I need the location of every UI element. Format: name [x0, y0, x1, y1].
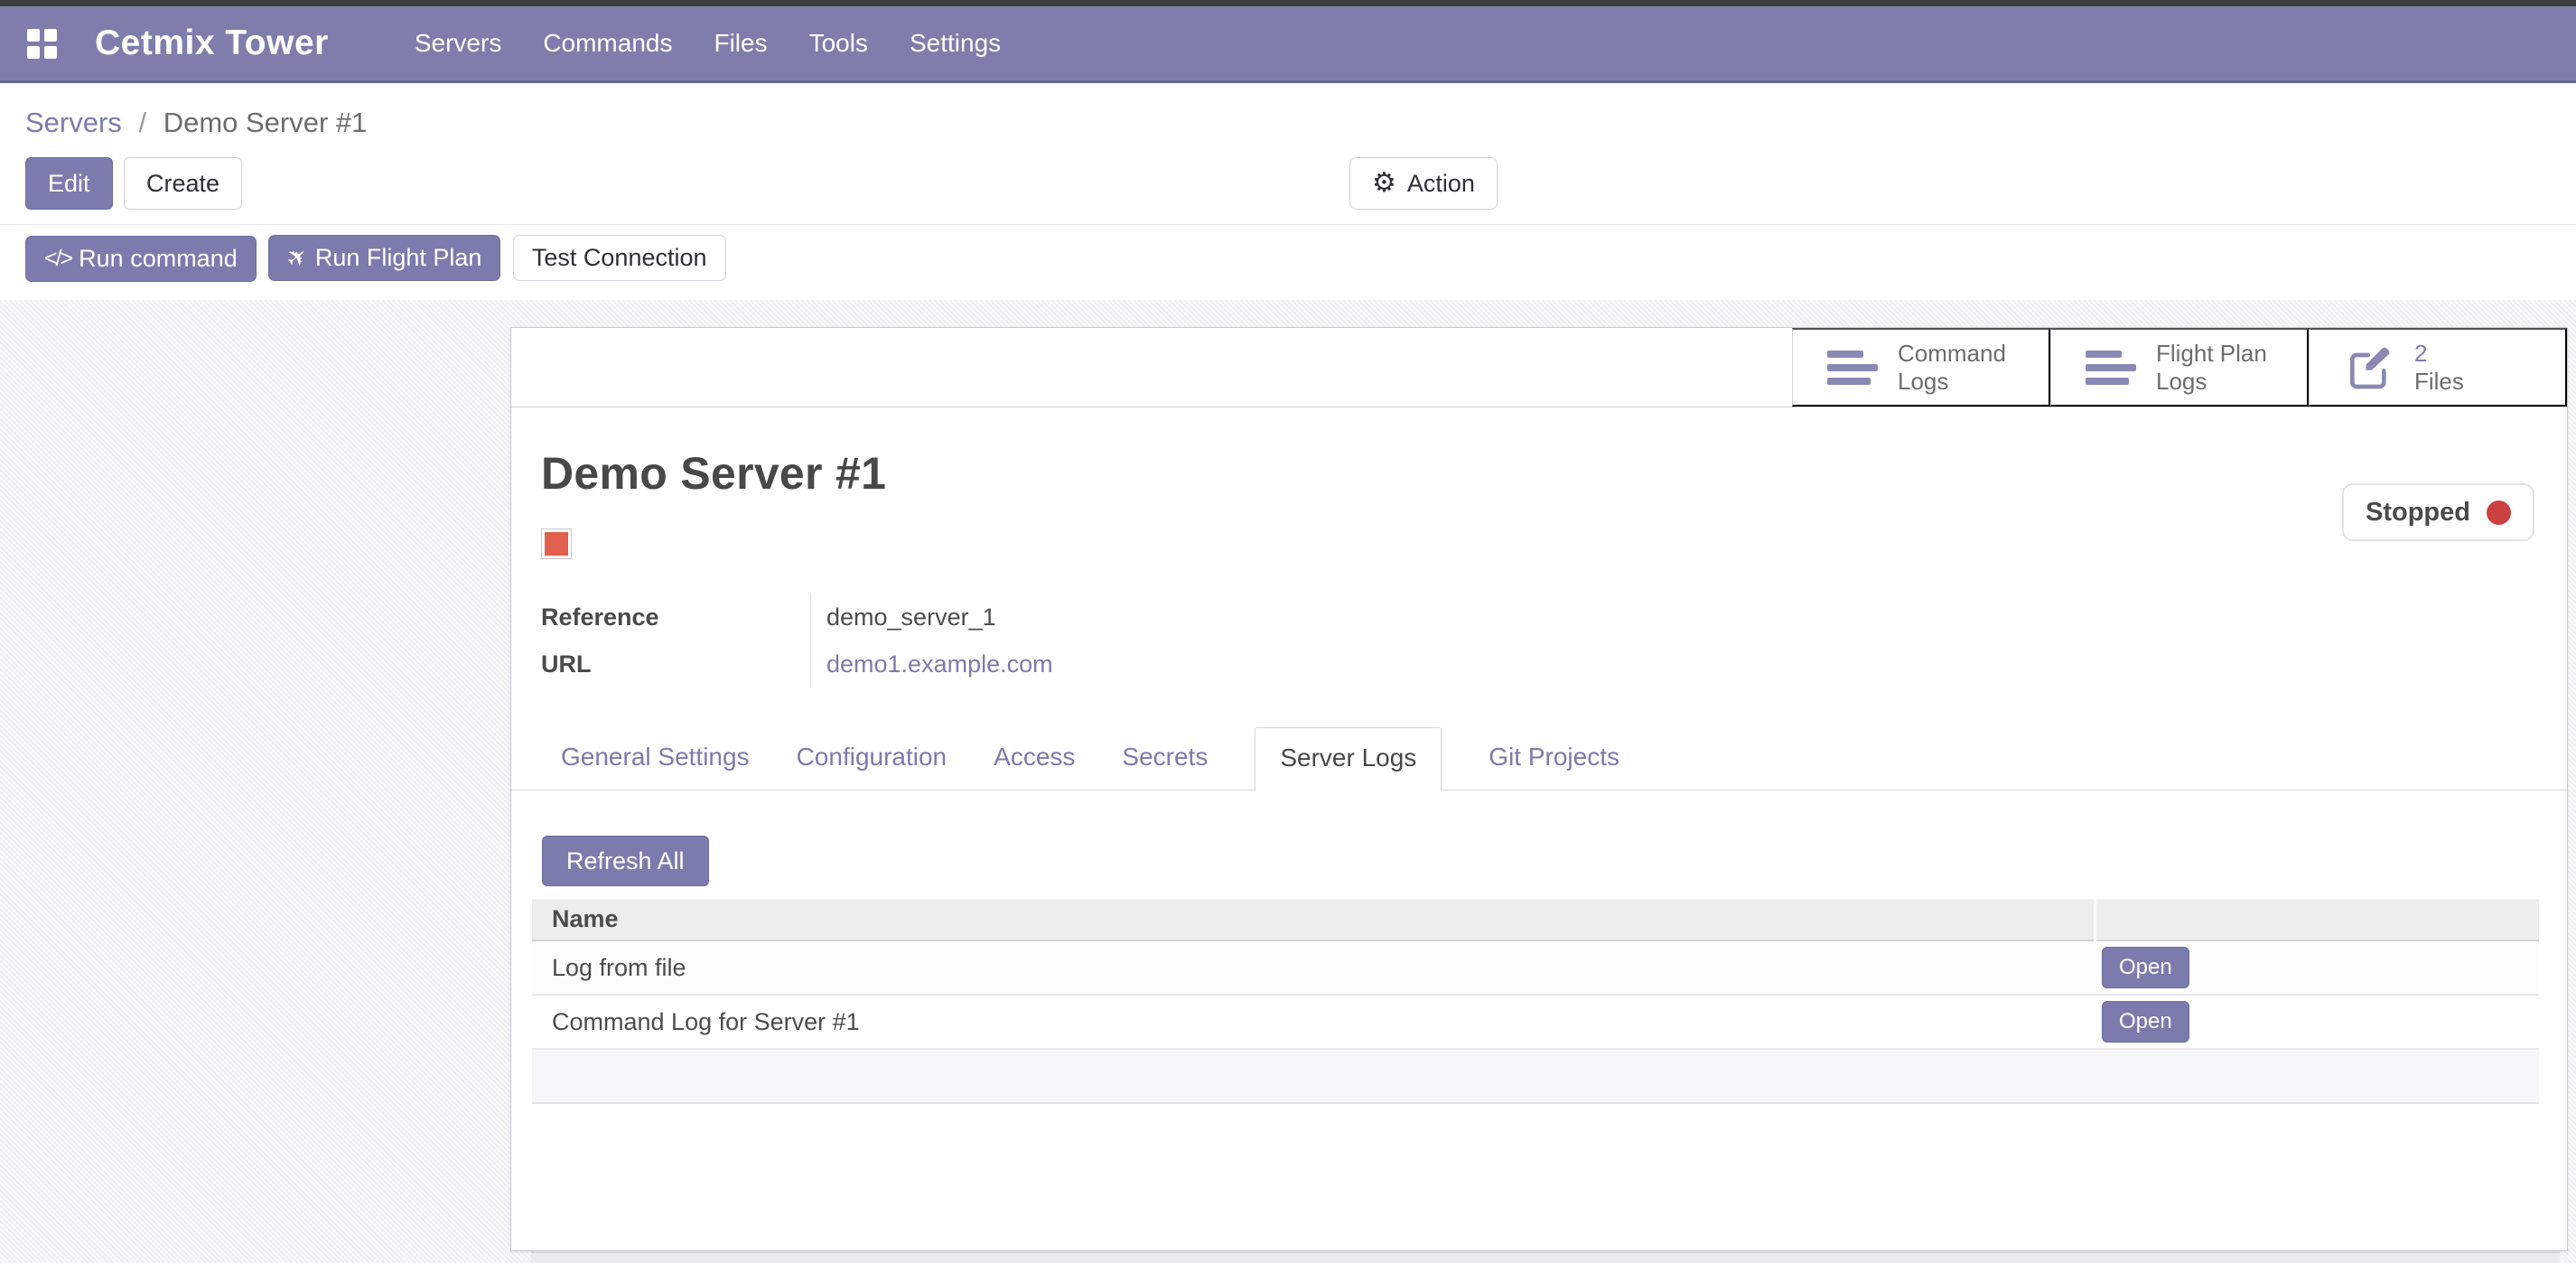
- test-connection-button[interactable]: Test Connection: [513, 235, 726, 281]
- stat-line2: Logs: [1898, 368, 2006, 396]
- tab-git-projects[interactable]: Git Projects: [1489, 743, 1619, 790]
- reference-value: demo_server_1: [826, 594, 1354, 641]
- action-label: Action: [1407, 170, 1475, 198]
- stat-button-text: 2 Files: [2414, 340, 2464, 395]
- status-label: Stopped: [2366, 498, 2470, 528]
- stat-button-flight-plan-logs[interactable]: Flight Plan Logs: [2050, 328, 2309, 407]
- app-brand[interactable]: Cetmix Tower: [95, 23, 329, 63]
- url-link[interactable]: demo1.example.com: [826, 650, 1053, 678]
- run-command-button[interactable]: </> Run command: [25, 236, 257, 282]
- log-name-cell[interactable]: Log from file: [532, 940, 2095, 995]
- main-menu: Servers Commands Files Tools Settings: [415, 29, 1001, 58]
- stat-button-text: Flight Plan Logs: [2156, 340, 2267, 395]
- status-badge: Stopped: [2342, 483, 2534, 541]
- breadcrumb-servers-link[interactable]: Servers: [25, 107, 122, 138]
- field-group: Reference URL demo_server_1 demo1.exampl…: [541, 594, 1354, 688]
- server-logs-table: Name Log from file Open: [532, 899, 2539, 1104]
- server-logs-tab-content: Refresh All Name Log from file: [511, 791, 2567, 1104]
- stat-value: 2: [2414, 340, 2464, 368]
- plane-icon: ✈: [281, 240, 314, 275]
- apps-grid-square: [44, 46, 57, 59]
- table-empty-row: [532, 1049, 2539, 1103]
- url-label: URL: [541, 641, 810, 688]
- nav-item-tools[interactable]: Tools: [809, 29, 868, 58]
- table-row[interactable]: Command Log for Server #1 Open: [532, 995, 2539, 1049]
- field-labels: Reference URL: [541, 594, 810, 688]
- code-icon: </>: [44, 246, 71, 272]
- server-form-sheet: Command Logs Flight Plan Logs: [510, 327, 2568, 1251]
- breadcrumb-current: Demo Server #1: [163, 107, 368, 138]
- open-log-button[interactable]: Open: [2102, 947, 2189, 988]
- tab-configuration[interactable]: Configuration: [797, 743, 947, 790]
- list-icon: [2086, 351, 2136, 385]
- nav-item-files[interactable]: Files: [714, 29, 767, 58]
- stat-button-text: Command Logs: [1898, 340, 2006, 395]
- tab-general-settings[interactable]: General Settings: [561, 743, 750, 790]
- reference-label: Reference: [541, 594, 810, 641]
- edit-note-icon: [2344, 342, 2394, 393]
- gear-icon: ⚙: [1372, 170, 1396, 197]
- stat-line1: Command: [1898, 340, 2006, 368]
- stat-button-box: Command Logs Flight Plan Logs: [511, 328, 2567, 407]
- breadcrumb: Servers / Demo Server #1: [25, 107, 2576, 139]
- horizontal-scrollbar[interactable]: [531, 1251, 2560, 1263]
- apps-grid-square: [44, 29, 57, 42]
- edit-button[interactable]: Edit: [25, 157, 113, 210]
- table-row[interactable]: Log from file Open: [532, 940, 2539, 995]
- page-title: Demo Server #1: [511, 447, 2567, 500]
- stat-line2: Files: [2414, 368, 2464, 396]
- action-dropdown-button[interactable]: ⚙ Action: [1349, 157, 1498, 210]
- run-command-label: Run command: [79, 245, 238, 273]
- nav-item-servers[interactable]: Servers: [415, 29, 501, 58]
- notebook-tabs: General Settings Configuration Access Se…: [511, 725, 2567, 791]
- nav-item-settings[interactable]: Settings: [910, 29, 1001, 58]
- server-action-bar: </> Run command ✈ Run Flight Plan Test C…: [0, 225, 2576, 295]
- page: Cetmix Tower Servers Commands Files Tool…: [0, 0, 2576, 1263]
- log-name-cell[interactable]: Command Log for Server #1: [532, 995, 2095, 1049]
- column-header-name[interactable]: Name: [532, 899, 2095, 940]
- apps-grid-icon[interactable]: [27, 29, 57, 59]
- apps-grid-square: [27, 46, 40, 59]
- stat-line1: Flight Plan: [2156, 340, 2267, 368]
- top-navbar: Cetmix Tower Servers Commands Files Tool…: [0, 6, 2576, 83]
- window-top-strip: [0, 0, 2576, 6]
- refresh-all-button[interactable]: Refresh All: [542, 836, 709, 886]
- column-header-actions: [2095, 899, 2539, 940]
- tab-secrets[interactable]: Secrets: [1122, 743, 1208, 790]
- stat-button-files[interactable]: 2 Files: [2309, 328, 2567, 407]
- tab-access[interactable]: Access: [994, 743, 1075, 790]
- control-panel-buttons: Edit Create ⚙ Action: [0, 157, 2576, 210]
- list-icon: [1827, 351, 1878, 385]
- stat-line2: Logs: [2156, 368, 2267, 396]
- run-flight-plan-button[interactable]: ✈ Run Flight Plan: [268, 235, 500, 281]
- open-log-button[interactable]: Open: [2102, 1001, 2189, 1043]
- status-dot-icon: [2487, 501, 2511, 525]
- form-view-background: Command Logs Flight Plan Logs: [0, 300, 2576, 1263]
- color-swatch[interactable]: [541, 529, 572, 559]
- stat-button-command-logs[interactable]: Command Logs: [1792, 328, 2050, 407]
- table-header-row: Name: [532, 899, 2539, 940]
- breadcrumb-separator: /: [138, 107, 146, 138]
- field-values: demo_server_1 demo1.example.com: [810, 594, 1354, 688]
- create-button[interactable]: Create: [124, 157, 242, 210]
- sheet-body: Demo Server #1 Stopped Reference URL dem…: [511, 447, 2567, 1263]
- run-flight-plan-label: Run Flight Plan: [315, 244, 482, 272]
- nav-item-commands[interactable]: Commands: [543, 29, 672, 58]
- tab-server-logs[interactable]: Server Logs: [1255, 727, 1442, 791]
- apps-grid-square: [27, 29, 40, 42]
